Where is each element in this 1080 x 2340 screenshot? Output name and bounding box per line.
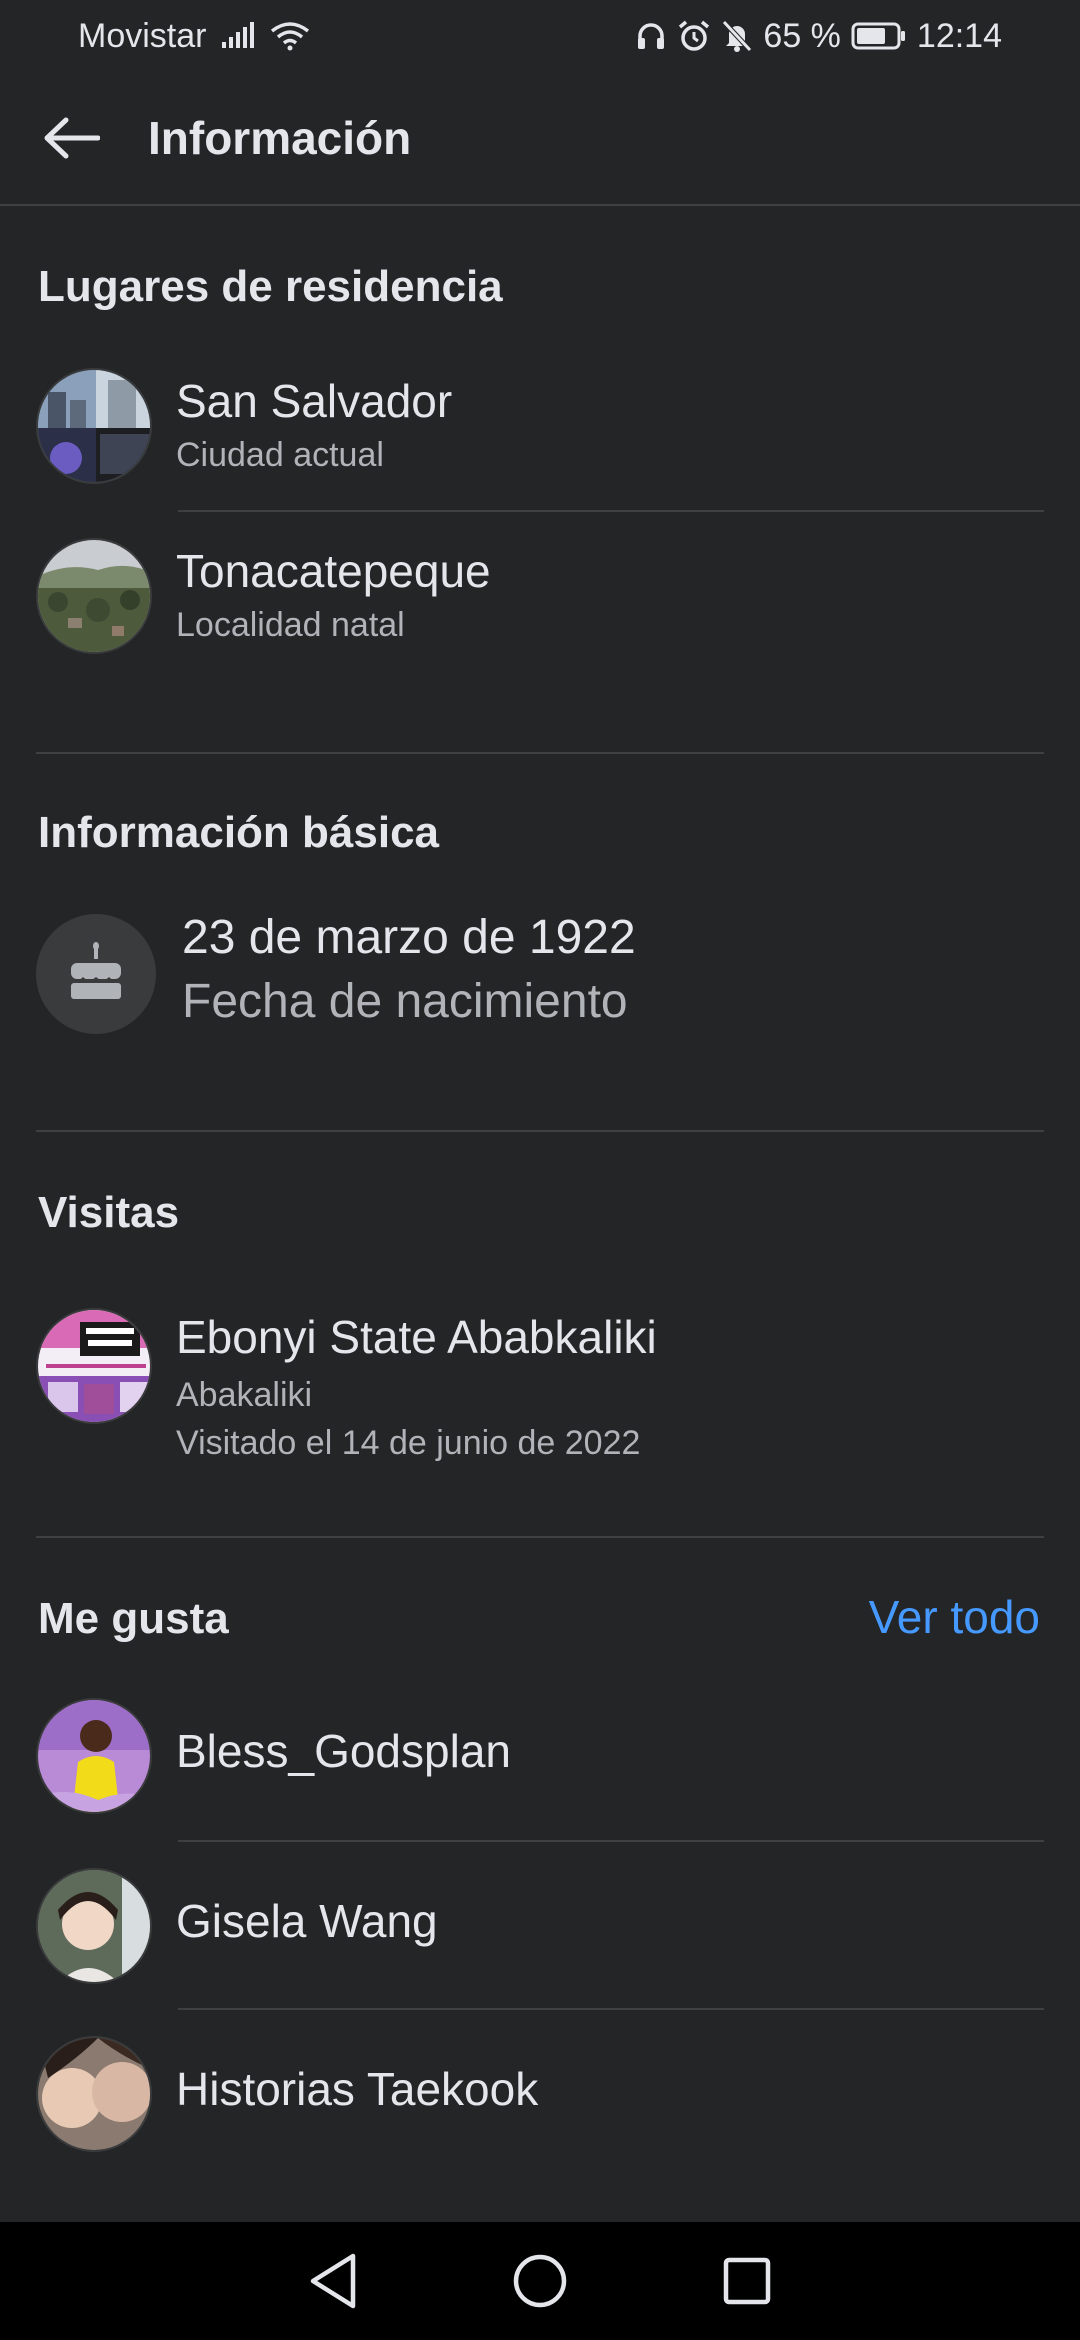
visit-place-name: Ebonyi State Ababkaliki — [176, 1311, 657, 1363]
visit-place-city: Abakaliki — [176, 1376, 313, 1414]
carrier-name: Movistar — [78, 16, 207, 55]
visit-place-photo — [36, 1308, 152, 1424]
wifi-icon — [270, 21, 310, 51]
hometown-name: Tonacatepeque — [176, 545, 491, 597]
mute-icon — [721, 19, 753, 53]
city-name: San Salvador — [176, 375, 453, 427]
headphones-icon — [635, 20, 667, 52]
visits-section: Visitas Ebonyi State Ababkaliki Abakalik… — [0, 1132, 1080, 1536]
birthday-label: Fecha de nacimiento — [182, 975, 628, 1028]
section-title-residence: Lugares de residencia — [38, 262, 503, 311]
like-avatar — [36, 1868, 152, 1984]
system-nav-bar — [0, 2222, 1080, 2340]
row-divider — [178, 2008, 1044, 2010]
square-recents-icon — [723, 2257, 770, 2305]
birthday-icon-circle — [36, 914, 156, 1034]
battery-percent: 65 % — [763, 16, 841, 55]
birthday-date: 23 de marzo de 1922 — [182, 911, 636, 964]
status-left: Movistar — [78, 17, 310, 56]
nav-recents-button[interactable] — [707, 2241, 787, 2321]
city-photo — [36, 368, 152, 484]
page-title: Información — [148, 112, 412, 164]
app-header: Información — [0, 72, 1080, 206]
back-button[interactable] — [36, 103, 106, 173]
row-divider — [178, 1840, 1044, 1842]
clock: 12:14 — [916, 16, 1002, 55]
see-all-link[interactable]: Ver todo — [869, 1590, 1040, 1644]
residence-section: Lugares de residencia San Salvador Ciuda… — [0, 206, 1080, 754]
section-title-visits: Visitas — [38, 1188, 180, 1237]
hometown-photo — [36, 538, 152, 654]
visit-date: Visitado el 14 de junio de 2022 — [176, 1424, 641, 1462]
hometown-subtitle: Localidad natal — [176, 606, 405, 644]
triangle-back-icon — [311, 2253, 356, 2309]
city-subtitle: Ciudad actual — [176, 436, 384, 474]
cake-icon — [71, 942, 121, 999]
likes-section: Me gusta Ver todo Bless_Godsplan Gisela … — [0, 1538, 1080, 2222]
section-title-likes: Me gusta — [38, 1594, 229, 1643]
like-avatar — [36, 2036, 152, 2152]
nav-home-button[interactable] — [500, 2241, 580, 2321]
battery-icon — [851, 21, 907, 51]
signal-icon — [220, 22, 256, 50]
like-avatar — [36, 1698, 152, 1814]
like-name: Historias Taekook — [176, 2063, 539, 2115]
section-title-basic: Información básica — [38, 808, 440, 857]
status-bar: Movistar 65 % 12:14 — [0, 0, 1080, 72]
circle-home-icon — [513, 2254, 567, 2308]
back-arrow-icon — [44, 117, 100, 159]
basic-info-section: Información básica 23 de marzo de 1922 F… — [0, 754, 1080, 1130]
row-divider — [178, 510, 1044, 512]
alarm-icon — [677, 19, 711, 53]
like-name: Bless_Godsplan — [176, 1725, 511, 1777]
nav-back-button[interactable] — [293, 2241, 373, 2321]
like-name: Gisela Wang — [176, 1895, 438, 1947]
status-right: 65 % 12:14 — [635, 17, 1002, 56]
